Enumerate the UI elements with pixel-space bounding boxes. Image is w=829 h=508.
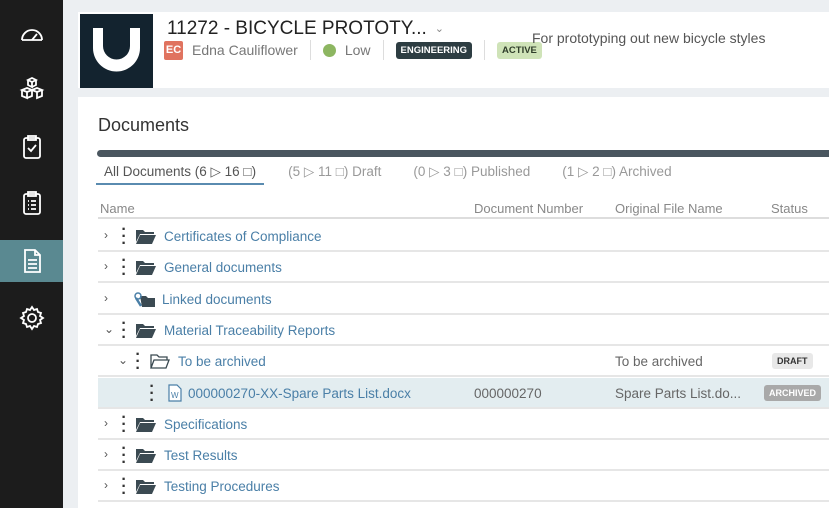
nav-documents[interactable] [0,240,63,282]
kebab-menu-icon[interactable]: · · · [121,315,127,345]
sidebar [0,0,63,508]
chevron-down-icon[interactable]: ⌄ [104,322,114,336]
column-name[interactable]: Name [100,201,135,216]
column-document-number[interactable]: Document Number [474,201,583,216]
documents-panel: Documents All Documents (6 ▷ 16 □) (5 ▷ … [78,97,829,508]
nav-settings[interactable] [0,297,63,339]
word-file-icon: W [168,383,182,405]
row-name-link[interactable]: Material Traceability Reports [164,323,335,338]
table-row[interactable]: › Linked documents [98,284,829,315]
linked-folder-icon [134,291,156,311]
priority: Low [344,42,371,58]
chevron-right-icon[interactable]: › [104,259,108,273]
documents-divider-bar [97,150,829,157]
owner-name: Edna Cauliflower [192,42,298,58]
table-row[interactable]: › · · · General documents [98,252,829,284]
chevron-right-icon[interactable]: › [104,416,108,430]
row-name-link[interactable]: To be archived [178,354,266,369]
chevron-down-icon: ⌄ [434,23,444,36]
kebab-menu-icon[interactable]: · · · [121,472,127,502]
kebab-menu-icon[interactable]: · · · [121,409,127,439]
row-name-link[interactable]: 000000270-XX-Spare Parts List.docx [188,386,411,401]
folder-icon [136,260,156,278]
gear-icon [18,305,45,331]
table-row[interactable]: ⌄ · · · To be archived To be archived DRAFT [98,346,829,378]
clipboard-list-icon [22,191,41,215]
chevron-right-icon[interactable]: › [104,291,108,305]
document-icon [23,249,41,273]
tab-published[interactable]: (0 ▷ 3 □) Published [405,164,538,185]
row-name-link[interactable]: Testing Procedures [164,479,280,494]
kebab-menu-icon[interactable]: · · · [121,222,127,252]
chevron-right-icon[interactable]: › [104,447,108,461]
column-status[interactable]: Status [771,201,808,216]
original-file-name: To be archived [615,354,703,370]
project-description: For prototyping out new bicycle styles [532,30,766,46]
table-row[interactable]: · · · W 000000270-XX-Spare Parts List.docx 00… [98,377,829,409]
row-name-link[interactable]: Specifications [164,417,247,432]
documents-title: Documents [98,115,190,135]
project-title-dropdown[interactable]: 11272 - BICYCLE PROTOTY... ⌄ [167,18,444,40]
project-title: 11272 - BICYCLE PROTOTY... [167,18,427,39]
folder-icon [136,323,156,341]
chevron-right-icon[interactable]: › [104,478,108,492]
department-badge: ENGINEERING [395,41,473,59]
chevron-down-icon[interactable]: ⌄ [118,353,128,367]
company-logo [80,14,153,88]
nav-checklists[interactable] [0,182,63,224]
original-file-name: Spare Parts List.do... [615,385,742,401]
table-header: Name Document Number Original File Name … [98,201,829,219]
row-name-link[interactable]: Test Results [164,448,238,463]
table-row[interactable]: ⌄ · · · Material Traceability Reports [98,315,829,346]
table-row[interactable]: › · · · Test Results [98,440,829,472]
kebab-menu-icon[interactable]: · · · [121,441,127,471]
kebab-menu-icon[interactable]: · · · [149,378,155,408]
folder-icon [136,417,156,435]
folder-icon [136,448,156,466]
status-badge: ARCHIVED [764,384,822,401]
status-badge: DRAFT [772,353,813,370]
table-row[interactable]: › · · · Specifications [98,409,829,440]
nav-dashboard[interactable] [0,14,63,56]
table-row[interactable]: › · · · Testing Procedures [98,471,829,503]
column-original-file-name[interactable]: Original File Name [615,201,723,216]
folder-icon [136,479,156,497]
chevron-right-icon[interactable]: › [104,228,108,242]
nav-tasks[interactable] [0,126,63,168]
tab-draft[interactable]: (5 ▷ 11 □) Draft [280,164,389,185]
project-header: 11272 - BICYCLE PROTOTY... ⌄ EC Edna Caul… [78,12,829,88]
folder-open-icon [150,354,170,372]
svg-text:W: W [171,391,179,400]
owner-avatar: EC [164,40,183,60]
folder-icon [136,229,156,247]
row-name-link[interactable]: Linked documents [162,292,272,307]
row-name-link[interactable]: Certificates of Compliance [164,229,322,244]
tab-all-documents[interactable]: All Documents (6 ▷ 16 □) [96,164,265,185]
cubes-icon [19,77,44,100]
document-number: 000000270 [474,385,542,401]
table-row[interactable]: › · · · Certificates of Compliance [98,221,829,252]
kebab-menu-icon[interactable]: · · · [121,253,127,283]
nav-parts[interactable] [0,69,63,111]
kebab-menu-icon[interactable]: · · · [135,347,141,377]
priority-dot-icon [322,43,336,57]
clipboard-check-icon [22,135,41,159]
dashboard-icon [20,29,43,41]
row-name-link[interactable]: General documents [164,260,282,275]
tab-archived[interactable]: (1 ▷ 2 □) Archived [554,164,679,185]
